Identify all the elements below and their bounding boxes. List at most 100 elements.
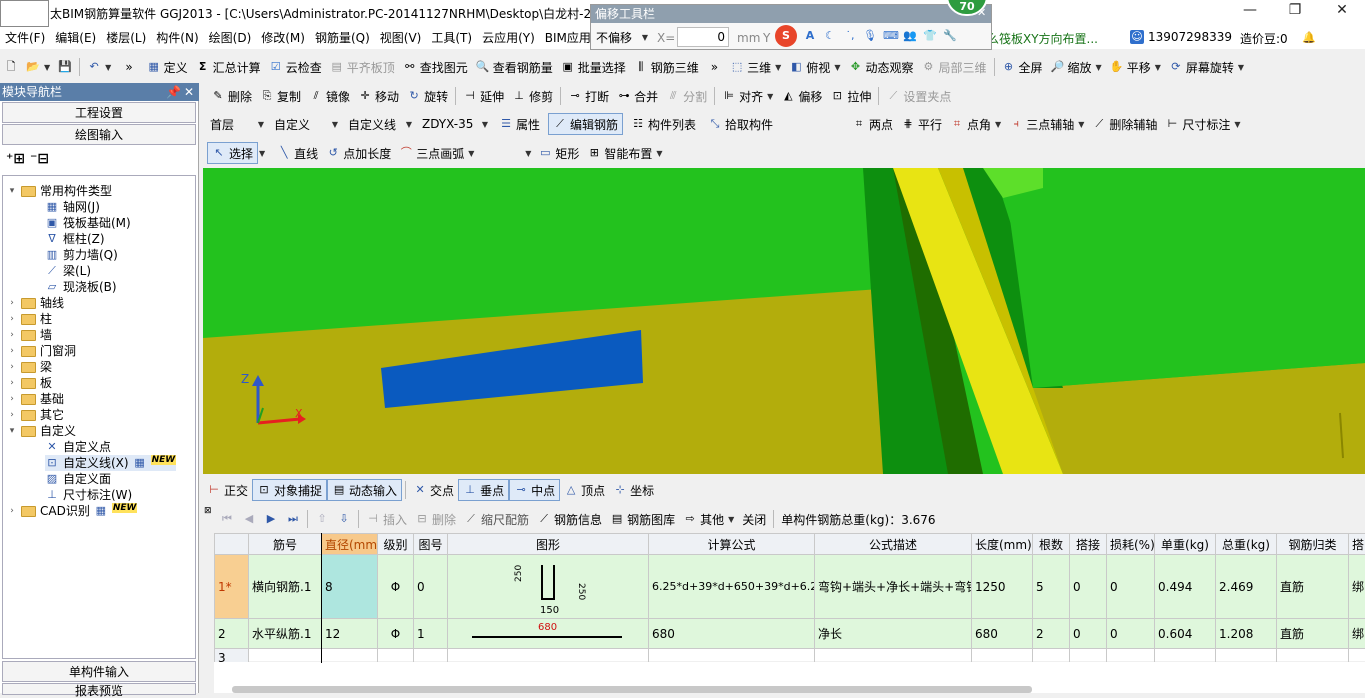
next-record-button[interactable]: ▶ — [260, 508, 282, 530]
menu-tools[interactable]: 工具(T) — [426, 27, 477, 49]
move-down-button[interactable]: ⇩ — [333, 508, 355, 530]
menu-file[interactable]: 文件(F) — [0, 27, 50, 49]
expand-icon[interactable]: › — [7, 327, 17, 343]
keyboard-icon[interactable]: ⌨ — [883, 29, 897, 43]
rotate-button[interactable]: ↻旋转 — [403, 85, 452, 107]
rebar-library-button[interactable]: ▤钢筋图库 — [606, 508, 679, 530]
three-point-arc-button[interactable]: ⌒三点画弧▼ — [395, 142, 478, 164]
cell-diameter[interactable]: 12 — [322, 619, 378, 649]
collapse-all-icon[interactable]: ⁻⊟ — [30, 151, 49, 167]
dynamic-input-button[interactable]: ▤动态输入 — [327, 479, 402, 501]
cell-extra[interactable]: 绑 — [1349, 555, 1365, 619]
tree-item-slab-group[interactable]: ›板 — [7, 375, 52, 391]
shirt-icon[interactable]: 👕 — [923, 29, 937, 43]
menu-view[interactable]: 视图(V) — [375, 27, 427, 49]
cell-grade[interactable]: Φ — [378, 555, 414, 619]
cell-count[interactable]: 5 — [1033, 555, 1070, 619]
component-list-button[interactable]: ☷构件列表 — [627, 113, 700, 135]
copy-button[interactable]: ⎘复制 — [256, 85, 305, 107]
cell-total-weight[interactable]: 1.208 — [1216, 619, 1277, 649]
properties-button[interactable]: ☰属性 — [495, 113, 544, 135]
pan-button[interactable]: ✋平移▼ — [1106, 56, 1165, 78]
cell-shape[interactable]: 680 — [448, 619, 649, 649]
cell-bar-no[interactable]: 横向钢筋.1 — [249, 555, 322, 619]
toolbar-overflow-2[interactable]: » — [703, 56, 726, 78]
offset-x-input[interactable]: 0 — [677, 27, 729, 47]
new-file-button[interactable]: 🗋 — [0, 56, 22, 78]
cell-total-weight[interactable]: 2.469 — [1216, 555, 1277, 619]
collapse-icon[interactable]: ▾ — [7, 423, 17, 439]
cell-length[interactable]: 680 — [972, 619, 1033, 649]
tree-item-other[interactable]: ›其它 — [7, 407, 64, 423]
offset-mode-select[interactable]: 不偏移▼ — [593, 27, 651, 47]
tree-item-custom-face[interactable]: ▨自定义面 — [45, 471, 111, 487]
cell-bar-no[interactable]: 水平纵筋.1 — [249, 619, 322, 649]
object-snap-button[interactable]: ⊡对象捕捉 — [252, 479, 327, 501]
hint-text[interactable]: 么筏板XY方向布置... — [987, 30, 1098, 47]
menu-draw[interactable]: 绘图(D) — [204, 27, 257, 49]
expand-icon[interactable]: › — [7, 503, 17, 519]
define-button[interactable]: ▦定义 — [143, 56, 192, 78]
cell-formula[interactable]: 680 — [649, 619, 815, 649]
tree-item-dimension[interactable]: ⊥尺寸标注(W) — [45, 487, 132, 503]
prev-record-button[interactable]: ◀ — [238, 508, 260, 530]
tree-item-custom-point[interactable]: ✕自定义点 — [45, 439, 111, 455]
maximize-button[interactable]: ❐ — [1283, 2, 1307, 22]
minimize-button[interactable]: — — [1238, 2, 1262, 22]
name-select[interactable]: ZDYX-35▼ — [419, 114, 491, 134]
header-bar-no[interactable]: 筋号 — [249, 534, 322, 555]
delete-aux-button[interactable]: ⟋删除辅轴 — [1088, 113, 1161, 135]
break-button[interactable]: ⊸打断 — [564, 85, 613, 107]
toolbar-overflow[interactable]: » — [115, 56, 142, 78]
cell-lap[interactable]: 0 — [1070, 619, 1107, 649]
rectangle-button[interactable]: ▭矩形 — [534, 142, 583, 164]
vertex-button[interactable]: △顶点 — [560, 479, 609, 501]
cell-formula-desc[interactable]: 弯钩+端头+净长+端头+弯钩 — [815, 555, 972, 619]
tree-item-frame-column[interactable]: ᐁ框柱(Z) — [45, 231, 105, 247]
cell-unit-weight[interactable]: 0.494 — [1155, 555, 1216, 619]
close-button[interactable]: ✕ — [1330, 2, 1354, 22]
merge-button[interactable]: ⊶合并 — [613, 85, 662, 107]
rebar-info-button[interactable]: ⟋钢筋信息 — [533, 508, 606, 530]
table-close-icon[interactable]: ⊠ — [204, 506, 212, 516]
menu-rebar[interactable]: 钢筋量(Q) — [310, 27, 375, 49]
summary-calc-button[interactable]: Σ汇总计算 — [192, 56, 265, 78]
header-extra[interactable]: 搭 — [1349, 534, 1365, 555]
sogou-icon[interactable]: S — [775, 25, 797, 47]
tree-item-axis-grid[interactable]: ▦轴网(J) — [45, 199, 100, 215]
view-3d-button[interactable]: ⬚三维▼ — [726, 56, 785, 78]
type-select[interactable]: 自定义▼ — [271, 114, 341, 134]
menu-component[interactable]: 构件(N) — [151, 27, 203, 49]
fullscreen-button[interactable]: ⊕全屏 — [998, 56, 1047, 78]
subtype-select[interactable]: 自定义线▼ — [345, 114, 415, 134]
expand-icon[interactable]: › — [7, 343, 17, 359]
row-number[interactable]: 2 — [215, 619, 249, 649]
horizontal-scrollbar[interactable] — [232, 686, 1032, 693]
tree-item-shear-wall[interactable]: ▥剪力墙(Q) — [45, 247, 118, 263]
tree-item-wall[interactable]: ›墙 — [7, 327, 52, 343]
perpendicular-button[interactable]: ⊥垂点 — [458, 479, 509, 501]
align-slab-top-button[interactable]: ▤平齐板顶 — [326, 56, 399, 78]
cell-lap[interactable]: 0 — [1070, 555, 1107, 619]
microphone-icon[interactable]: 🎙 — [863, 29, 877, 43]
table-row[interactable]: 1* 横向钢筋.1 8 Φ 0 250 250 150 6.25*d+39*d+… — [215, 555, 1365, 619]
insert-button[interactable]: ⊣插入 — [362, 508, 411, 530]
cell-unit-weight[interactable]: 0.604 — [1155, 619, 1216, 649]
top-view-button[interactable]: ◧俯视▼ — [785, 56, 844, 78]
tree-item-cad-recognition[interactable]: ›CAD识别▦NEW — [7, 503, 137, 519]
cell-figure-no[interactable]: 1 — [414, 619, 448, 649]
font-icon[interactable]: A — [803, 29, 817, 43]
menu-modify[interactable]: 修改(M) — [256, 27, 310, 49]
stretch-button[interactable]: ⊡拉伸 — [826, 85, 875, 107]
pick-component-button[interactable]: ⤡拾取构件 — [704, 113, 777, 135]
tree-item-custom-line[interactable]: ⊡自定义线(X)▦NEW — [45, 455, 176, 471]
dynamic-observe-button[interactable]: ✥动态观察 — [844, 56, 917, 78]
expand-icon[interactable]: › — [7, 375, 17, 391]
header-diameter[interactable]: 直径(mm) — [322, 534, 378, 555]
expand-icon[interactable]: › — [7, 311, 17, 327]
cloud-check-button[interactable]: ☑云检查 — [265, 56, 326, 78]
expand-all-icon[interactable]: ⁺⊞ — [6, 151, 25, 167]
cell-grade[interactable]: Φ — [378, 619, 414, 649]
ortho-button[interactable]: ⊢正交 — [203, 479, 252, 501]
find-element-button[interactable]: ⚯查找图元 — [399, 56, 472, 78]
